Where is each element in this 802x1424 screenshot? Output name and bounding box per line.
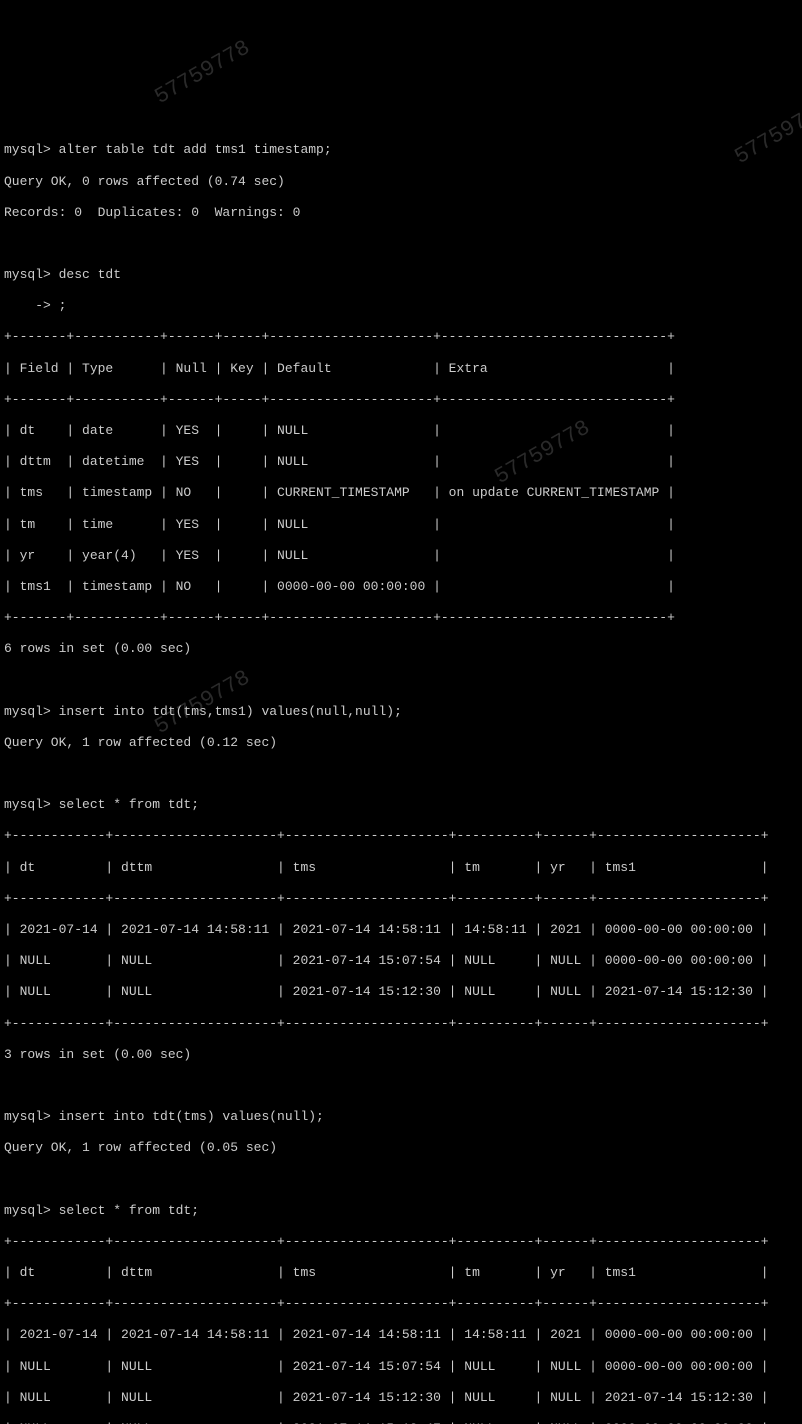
table-border: +-------+-----------+------+-----+------… xyxy=(4,610,675,625)
query-result: Query OK, 1 row affected (0.05 sec) xyxy=(4,1140,277,1155)
table-row: | tms | timestamp | NO | | CURRENT_TIMES… xyxy=(4,485,675,500)
table-border: +-------+-----------+------+-----+------… xyxy=(4,329,675,344)
watermark: 57759778 xyxy=(150,35,255,111)
table-row: | dttm | datetime | YES | | NULL | | xyxy=(4,454,675,469)
table-row: | NULL | NULL | 2021-07-14 15:07:54 | NU… xyxy=(4,953,769,968)
table-border: +-------+-----------+------+-----+------… xyxy=(4,392,675,407)
sql-command: mysql> select * from tdt; xyxy=(4,1203,199,1218)
query-result: Query OK, 1 row affected (0.12 sec) xyxy=(4,735,277,750)
query-result: 3 rows in set (0.00 sec) xyxy=(4,1047,191,1062)
table-header: | Field | Type | Null | Key | Default | … xyxy=(4,361,675,376)
sql-command: mysql> desc tdt xyxy=(4,267,121,282)
table-row: | 2021-07-14 | 2021-07-14 14:58:11 | 202… xyxy=(4,1327,769,1342)
sql-command: mysql> select * from tdt; xyxy=(4,797,199,812)
table-border: +------------+---------------------+----… xyxy=(4,1016,769,1031)
table-border: +------------+---------------------+----… xyxy=(4,828,769,843)
watermark: 57759778 xyxy=(730,95,802,171)
table-border: +------------+---------------------+----… xyxy=(4,1296,769,1311)
table-row: | dt | date | YES | | NULL | | xyxy=(4,423,675,438)
table-row: | NULL | NULL | 2021-07-14 15:12:30 | NU… xyxy=(4,984,769,999)
table-row: | 2021-07-14 | 2021-07-14 14:58:11 | 202… xyxy=(4,922,769,937)
table-border: +------------+---------------------+----… xyxy=(4,1234,769,1249)
table-row: | tm | time | YES | | NULL | | xyxy=(4,517,675,532)
table-row: | NULL | NULL | 2021-07-14 15:12:30 | NU… xyxy=(4,1390,769,1405)
sql-continuation: -> ; xyxy=(4,298,66,313)
table-header: | dt | dttm | tms | tm | yr | tms1 | xyxy=(4,860,769,875)
sql-command: mysql> alter table tdt add tms1 timestam… xyxy=(4,142,332,157)
table-row: | yr | year(4) | YES | | NULL | | xyxy=(4,548,675,563)
query-result: Query OK, 0 rows affected (0.74 sec) xyxy=(4,174,285,189)
table-row: | tms1 | timestamp | NO | | 0000-00-00 0… xyxy=(4,579,675,594)
table-header: | dt | dttm | tms | tm | yr | tms1 | xyxy=(4,1265,769,1280)
query-result: 6 rows in set (0.00 sec) xyxy=(4,641,191,656)
query-result: Records: 0 Duplicates: 0 Warnings: 0 xyxy=(4,205,300,220)
table-row: | NULL | NULL | 2021-07-14 15:13:47 | NU… xyxy=(4,1421,769,1424)
sql-command: mysql> insert into tdt(tms,tms1) values(… xyxy=(4,704,402,719)
sql-command: mysql> insert into tdt(tms) values(null)… xyxy=(4,1109,324,1124)
table-border: +------------+---------------------+----… xyxy=(4,891,769,906)
table-row: | NULL | NULL | 2021-07-14 15:07:54 | NU… xyxy=(4,1359,769,1374)
